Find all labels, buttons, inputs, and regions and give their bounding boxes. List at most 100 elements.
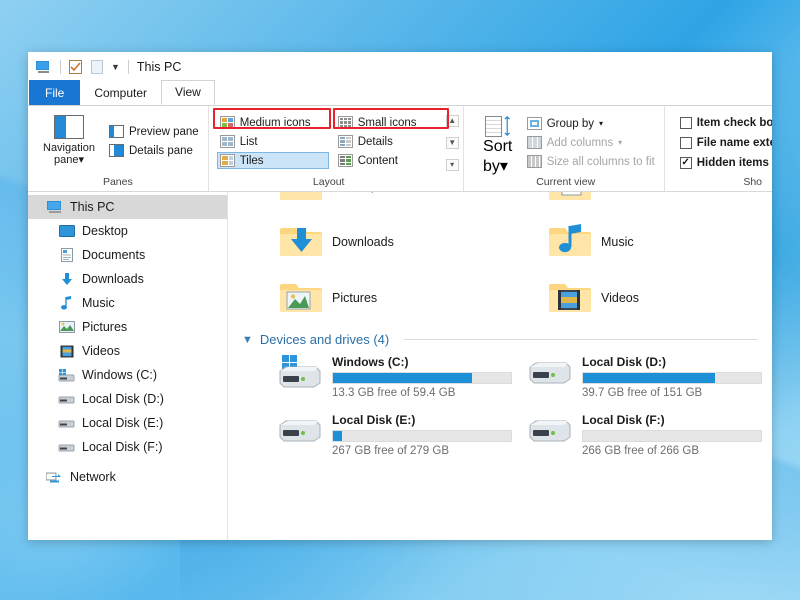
music-folder-icon: [549, 222, 591, 263]
tab-view[interactable]: View: [161, 80, 215, 105]
sidebar-item-this-pc[interactable]: This PC: [28, 195, 227, 219]
drive-info: Local Disk (D:) 39.7 GB free of 151 GB: [582, 351, 762, 399]
tab-computer[interactable]: Computer: [80, 81, 161, 105]
sidebar-item-documents[interactable]: Documents: [28, 243, 227, 267]
documents-icon: [58, 248, 75, 263]
pictures-icon: [58, 320, 75, 335]
list-view-label: List: [239, 135, 258, 148]
tiles-view-label: Tiles: [239, 154, 264, 167]
sort-by-button[interactable]: Sort by▾: [472, 111, 524, 176]
tab-file[interactable]: File: [29, 80, 81, 105]
sidebar-item-downloads[interactable]: Downloads: [28, 267, 227, 291]
item-check-boxes-label: Item check box: [696, 117, 772, 129]
add-columns-caret-icon[interactable]: ▾: [618, 138, 622, 147]
videos-icon: [58, 344, 75, 359]
pc-icon: [46, 200, 63, 215]
current-view-group-label: Current view: [536, 176, 596, 188]
folder-item-downloads[interactable]: Downloads: [238, 214, 503, 270]
title-separator: [60, 60, 61, 74]
new-folder-icon[interactable]: [87, 58, 106, 77]
title-separator-2: [127, 60, 129, 74]
layout-scroll-down-icon[interactable]: ▼: [445, 137, 459, 149]
file-list-pane[interactable]: Desktop Documents Downloads: [228, 192, 772, 540]
hidden-items-option[interactable]: ✓ Hidden items: [677, 155, 772, 171]
sidebar-label: Local Disk (D:): [82, 392, 164, 406]
folder-item-documents[interactable]: Documents: [507, 192, 772, 214]
sidebar-item-local-disk-d[interactable]: Local Disk (D:): [28, 387, 227, 411]
content-view-button[interactable]: Content: [335, 152, 443, 169]
sidebar-item-music[interactable]: Music: [28, 291, 227, 315]
network-icon: [46, 470, 63, 485]
file-name-extensions-option[interactable]: File name exter: [677, 135, 772, 151]
layout-scroll-controls[interactable]: ▲ ▼ ▾: [445, 115, 459, 171]
list-view-button[interactable]: List: [217, 133, 329, 150]
drive-item-windows-c[interactable]: Windows (C:) 13.3 GB free of 59.4 GB: [276, 351, 522, 405]
sidebar-label: Pictures: [82, 320, 128, 334]
hidden-items-checkbox[interactable]: ✓: [679, 157, 692, 169]
sort-by-icon: [484, 114, 511, 138]
folder-label: Documents: [601, 192, 664, 193]
drive-usage-fill: [333, 431, 342, 441]
drive-item-local-disk-f[interactable]: Local Disk (F:) 266 GB free of 266 GB: [526, 409, 772, 463]
sidebar-label: Music: [82, 296, 115, 310]
details-view-label: Details: [357, 135, 393, 148]
drive-free-space: 267 GB free of 279 GB: [332, 445, 449, 457]
drive-info: Windows (C:) 13.3 GB free of 59.4 GB: [332, 351, 512, 399]
videos-folder-icon: [549, 278, 591, 319]
customize-chevron-icon[interactable]: ▼: [111, 62, 120, 72]
properties-icon[interactable]: [66, 58, 85, 77]
sidebar-label: Documents: [82, 248, 146, 262]
small-icons-button[interactable]: Small icons: [335, 114, 443, 131]
item-check-boxes-option[interactable]: Item check box: [677, 115, 772, 131]
chevron-down-icon[interactable]: ▼: [242, 334, 253, 346]
show-hide-group-label: Sho: [743, 176, 762, 188]
sidebar-label: Videos: [82, 344, 120, 358]
navigation-pane-button[interactable]: Navigation pane▾: [32, 111, 106, 166]
tiles-view-button[interactable]: Tiles: [216, 152, 329, 169]
windows-drive-icon: [58, 368, 75, 383]
folder-item-pictures[interactable]: Pictures: [238, 270, 503, 326]
medium-icons-button[interactable]: Medium icons: [217, 114, 329, 131]
details-pane-button[interactable]: Details pane: [106, 142, 204, 159]
title-bar: ▼ This PC: [28, 52, 772, 82]
folder-item-desktop[interactable]: Desktop: [238, 192, 503, 214]
size-columns-icon: [526, 155, 542, 168]
desktop-icon: [58, 224, 75, 239]
sidebar-item-local-disk-f[interactable]: Local Disk (F:): [28, 435, 227, 459]
group-by-icon: [526, 117, 542, 130]
details-view-button[interactable]: Details: [335, 133, 443, 150]
navigation-pane[interactable]: This PC Desktop Documents Downloads Musi…: [28, 192, 228, 540]
drive-item-local-disk-e[interactable]: Local Disk (E:) 267 GB free of 279 GB: [276, 409, 522, 463]
group-by-button[interactable]: Group by ▾: [524, 115, 660, 132]
navigation-pane-caret-icon[interactable]: ▾: [78, 154, 84, 166]
add-columns-button[interactable]: Add columns ▾: [524, 134, 660, 151]
ribbon-tab-strip: File Computer View: [28, 80, 772, 105]
sidebar-label: Local Disk (F:): [82, 440, 163, 454]
sidebar-item-pictures[interactable]: Pictures: [28, 315, 227, 339]
drive-item-local-disk-d[interactable]: Local Disk (D:) 39.7 GB free of 151 GB: [526, 351, 772, 405]
item-check-boxes-checkbox[interactable]: [679, 117, 692, 129]
drive-info: Local Disk (E:) 267 GB free of 279 GB: [332, 409, 512, 457]
drive-info: Local Disk (F:) 266 GB free of 266 GB: [582, 409, 762, 457]
pc-icon[interactable]: [34, 58, 53, 77]
folder-item-videos[interactable]: Videos: [507, 270, 772, 326]
devices-section-header[interactable]: ▼ Devices and drives (4): [238, 326, 772, 351]
preview-pane-button[interactable]: Preview pane: [106, 123, 204, 140]
sidebar-item-windows-c[interactable]: Windows (C:): [28, 363, 227, 387]
add-columns-label: Add columns: [546, 136, 614, 149]
sidebar-item-local-disk-e[interactable]: Local Disk (E:): [28, 411, 227, 435]
size-all-columns-button[interactable]: Size all columns to fit: [524, 153, 660, 170]
folder-label: Downloads: [332, 235, 394, 249]
layout-scroll-up-icon[interactable]: ▲: [445, 115, 459, 127]
group-by-caret-icon[interactable]: ▾: [599, 119, 603, 128]
file-name-extensions-checkbox[interactable]: [679, 137, 692, 149]
folder-item-music[interactable]: Music: [507, 214, 772, 270]
layout-expand-icon[interactable]: ▾: [445, 159, 459, 171]
drives-grid: Windows (C:) 13.3 GB free of 59.4 GB Loc…: [238, 351, 772, 463]
ribbon-group-show-hide: Item check box File name exter ✓ Hidden …: [663, 106, 772, 191]
sort-by-label-line2: by: [483, 158, 500, 175]
sidebar-item-videos[interactable]: Videos: [28, 339, 227, 363]
sidebar-item-desktop[interactable]: Desktop: [28, 219, 227, 243]
sidebar-item-network[interactable]: Network: [28, 465, 227, 489]
sort-by-caret-icon[interactable]: ▾: [500, 158, 508, 175]
